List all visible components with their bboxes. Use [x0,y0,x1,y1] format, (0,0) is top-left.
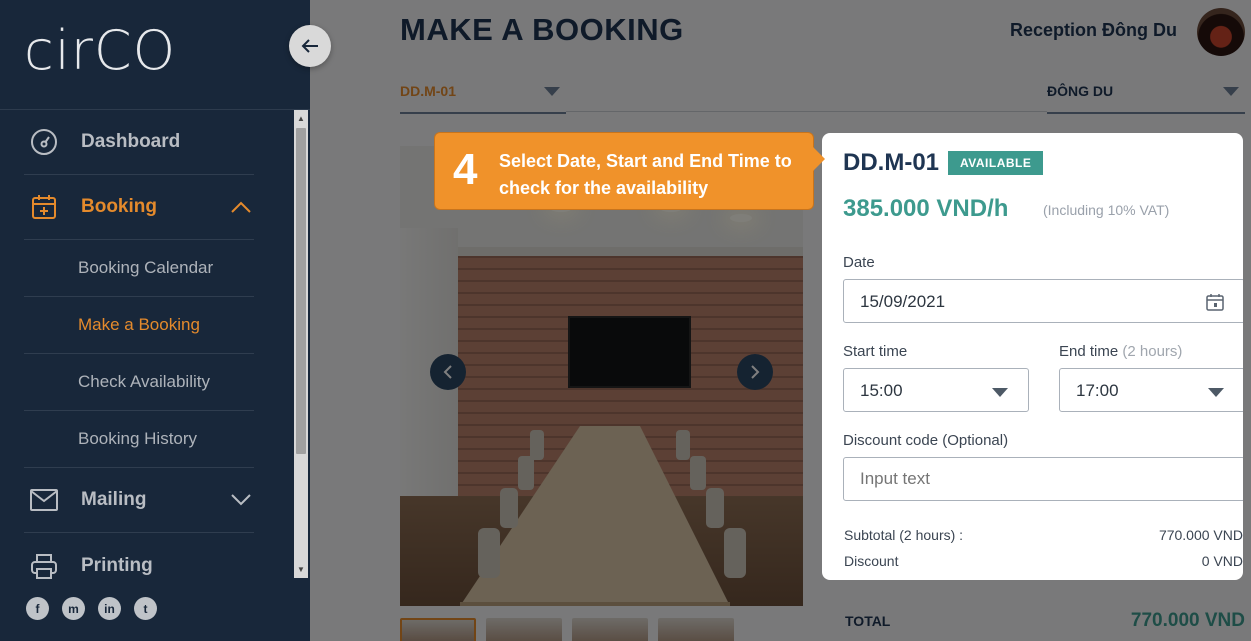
sidebar-item-label: Dashboard [81,131,181,152]
thumbnail[interactable] [572,618,648,641]
printer-icon [27,552,61,580]
price: 385.000 VND/h [843,195,1009,222]
scroll-up-arrow-icon[interactable]: ▲ [294,112,308,126]
booking-card: DD.M-01 AVAILABLE 385.000 VND/h (Includi… [822,133,1243,580]
avatar[interactable] [1197,8,1245,56]
sidebar-nav: Dashboard Booking Booking Calendar Make … [24,110,254,598]
room-photo [400,146,803,606]
page-title: MAKE A BOOKING [400,12,684,47]
facebook-icon[interactable]: f [26,597,49,620]
carousel-next-button[interactable] [737,354,773,390]
chevron-down-icon[interactable] [230,493,252,507]
discount-code-input[interactable] [843,457,1243,501]
end-time-select[interactable]: 17:00 [1059,368,1243,412]
step-instruction: Select Date, Start and End Time to check… [499,151,792,198]
end-time-duration: (2 hours) [1122,343,1183,360]
sidebar-item-printing[interactable]: Printing [24,533,254,598]
sidebar-subitem-booking-history[interactable]: Booking History [24,411,254,468]
chevron-left-icon [443,365,452,379]
discount-row: Discount 0 VND [844,553,1243,569]
end-time-label-text: End time [1059,343,1119,360]
date-field[interactable]: 15/09/2021 [843,279,1243,323]
date-label: Date [843,254,875,271]
app-logo: cirCO [24,19,177,82]
start-time-value: 15:00 [860,381,903,400]
room-code: DD.M-01 [843,149,940,176]
social-links: f m in t [26,597,157,620]
end-time-value: 17:00 [1076,381,1119,400]
sidebar-scrollbar-thumb[interactable] [296,128,306,454]
calendar-plus-icon [27,193,61,221]
mail-icon [27,486,61,514]
start-time-select[interactable]: 15:00 [843,368,1029,412]
photo-light [730,214,752,222]
sidebar-item-dashboard[interactable]: Dashboard [24,110,254,175]
subtotal-label: Subtotal (2 hours) : [844,527,964,543]
date-value: 15/09/2021 [860,292,946,311]
caret-down-icon [992,388,1008,397]
caret-down-icon [544,87,560,96]
tutorial-callout: 4 Select Date, Start and End Time to che… [434,132,825,210]
dashboard-icon [27,128,61,156]
subtotal-row: Subtotal (2 hours) : 770.000 VND [844,527,1243,543]
collapse-sidebar-button[interactable] [289,25,331,67]
room-select-value: DD.M-01 [400,83,457,99]
caret-down-icon [1223,87,1239,96]
sidebar-subitem-make-a-booking[interactable]: Make a Booking [24,297,254,354]
step-number: 4 [453,145,478,194]
thumbnail[interactable] [658,618,734,641]
subtotal-value: 770.000 VND [1158,527,1243,543]
sidebar-item-label: Booking [81,196,157,217]
discount-row-label: Discount [844,553,899,569]
end-time-label: End time (2 hours) [1059,343,1182,360]
vat-note: (Including 10% VAT) [1043,202,1170,218]
sidebar-item-label: Mailing [81,489,147,510]
start-time-label: Start time [843,343,908,360]
scroll-down-arrow-icon[interactable]: ▼ [294,563,308,577]
messenger-icon[interactable]: m [62,597,85,620]
photo-tv [568,316,691,388]
divider [566,111,1047,112]
sidebar: cirCO Dashboard Booking Booking Calendar… [0,0,310,641]
location-select[interactable]: ĐÔNG DU [1047,80,1245,114]
total-value: 770.000 VND [1130,610,1245,631]
arrow-left-icon [301,39,318,53]
sidebar-item-label: Printing [81,554,153,576]
total-label: TOTAL [845,613,891,629]
photo-thumbnails [400,618,734,641]
sidebar-subitem-check-availability[interactable]: Check Availability [24,354,254,411]
sidebar-item-mailing[interactable]: Mailing [24,468,254,533]
room-select[interactable]: DD.M-01 [400,80,566,114]
twitter-icon[interactable]: t [134,597,157,620]
thumbnail[interactable] [400,618,476,641]
photo-table [460,426,746,606]
thumbnail[interactable] [486,618,562,641]
discount-row-value: 0 VND [1201,553,1243,569]
caret-down-icon [1208,388,1224,397]
location-select-value: ĐÔNG DU [1047,83,1114,99]
chevron-up-icon[interactable] [230,200,252,214]
calendar-icon[interactable] [1206,293,1224,311]
sidebar-subitem-booking-calendar[interactable]: Booking Calendar [24,240,254,297]
status-badge: AVAILABLE [948,151,1044,175]
chevron-right-icon [751,365,760,379]
discount-code-label: Discount code (Optional) [843,432,1009,449]
user-name[interactable]: Reception Đông Du [1010,20,1177,41]
sidebar-item-booking[interactable]: Booking [24,175,254,240]
carousel-prev-button[interactable] [430,354,466,390]
linkedin-icon[interactable]: in [98,597,121,620]
